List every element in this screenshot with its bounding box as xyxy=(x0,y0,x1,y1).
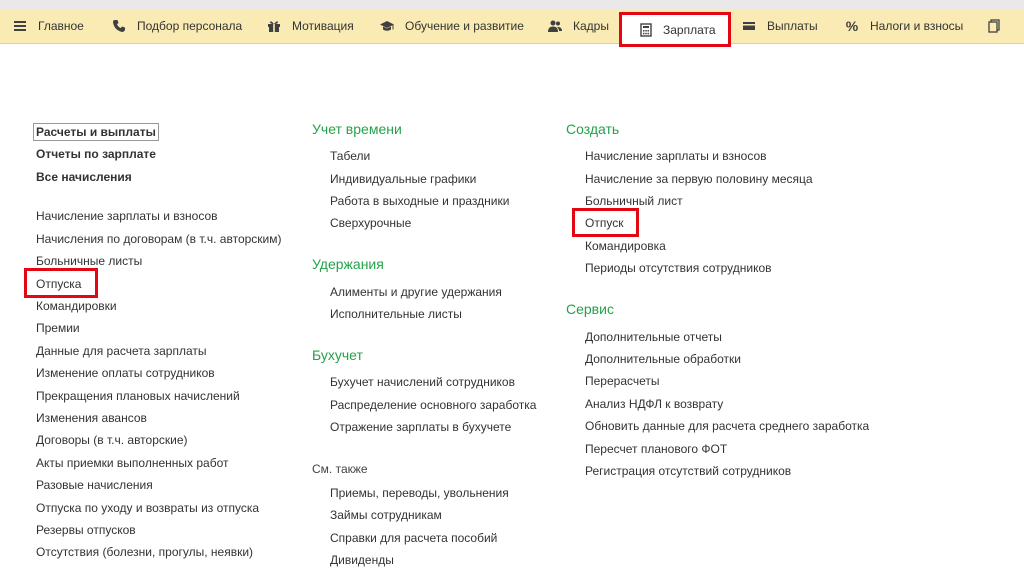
list-item[interactable]: Командировка xyxy=(585,239,666,253)
graduation-cap-icon xyxy=(379,18,395,34)
section-title-deductions: Удержания xyxy=(312,256,384,272)
list-item[interactable]: Пересчет планового ФОТ xyxy=(585,442,727,456)
nav-item-salary[interactable]: Зарплата xyxy=(619,12,731,47)
list-item[interactable]: Командировки xyxy=(36,299,117,313)
list-item[interactable]: Прекращения плановых начислений xyxy=(36,389,240,403)
nav-item-recruitment[interactable]: Подбор персонала xyxy=(111,9,242,43)
people-icon xyxy=(547,18,563,34)
section-title-create: Создать xyxy=(566,121,620,137)
list-item[interactable]: Бухучет начислений сотрудников xyxy=(330,375,515,389)
nav-item-label: Налоги и взносы xyxy=(870,19,964,33)
list-item[interactable]: Работа в выходные и праздники xyxy=(330,194,509,208)
list-item[interactable]: Дополнительные отчеты xyxy=(585,330,722,344)
section-title-time-tracking: Учет времени xyxy=(312,121,402,137)
nav-item-main[interactable]: Главное xyxy=(12,9,84,43)
list-item[interactable]: Резервы отпусков xyxy=(36,523,136,537)
list-item[interactable]: Регистрация отсутствий сотрудников xyxy=(585,464,791,478)
percent-icon: % xyxy=(845,18,859,34)
list-item[interactable]: Начисление зарплаты и взносов xyxy=(585,149,767,163)
nav-item-label: Зарплата xyxy=(663,22,716,37)
nav-item-label: Подбор персонала xyxy=(137,19,243,33)
list-item[interactable]: Отражение зарплаты в бухучете xyxy=(330,420,511,434)
list-item[interactable]: Приемы, переводы, увольнения xyxy=(330,486,509,500)
menu-icon xyxy=(12,18,28,34)
top-navigation-bar: Главное Подбор персонала Мотивация Обуче… xyxy=(0,9,1024,47)
link-salary-reports[interactable]: Отчеты по зарплате xyxy=(36,147,156,161)
link-all-accruals[interactable]: Все начисления xyxy=(36,170,132,184)
list-item[interactable]: Сверхурочные xyxy=(330,216,411,230)
nav-item-label: Кадры xyxy=(573,19,609,33)
list-item[interactable]: Периоды отсутствия сотрудников xyxy=(585,261,772,275)
list-item[interactable]: Договоры (в т.ч. авторские) xyxy=(36,433,188,447)
highlight-box-create-vacation xyxy=(572,208,639,237)
list-item[interactable]: Изменения авансов xyxy=(36,411,147,425)
list-item[interactable]: Отсутствия (болезни, прогулы, неявки) xyxy=(36,545,253,559)
nav-item-taxes[interactable]: % Налоги и взносы xyxy=(844,9,964,43)
card-icon xyxy=(741,18,757,34)
phone-icon xyxy=(111,18,127,34)
section-title-accounting: Бухучет xyxy=(312,347,363,363)
list-item[interactable]: Изменение оплаты сотрудников xyxy=(36,366,215,380)
list-item[interactable]: Данные для расчета зарплаты xyxy=(36,344,207,358)
list-item[interactable]: Разовые начисления xyxy=(36,478,153,492)
section-title-see-also: См. также xyxy=(312,462,368,476)
list-item[interactable]: Справки для расчета пособий xyxy=(330,531,497,545)
list-item[interactable]: Распределение основного заработка xyxy=(330,398,536,412)
list-item[interactable]: Акты приемки выполненных работ xyxy=(36,456,228,470)
nav-item-more[interactable] xyxy=(986,9,1012,43)
list-item[interactable]: Дополнительные обработки xyxy=(585,352,741,366)
list-item[interactable]: Начисление зарплаты и взносов xyxy=(36,209,218,223)
nav-item-label: Обучение и развитие xyxy=(405,19,524,33)
window-top-strip xyxy=(0,0,1024,9)
nav-item-personnel[interactable]: Кадры xyxy=(547,9,609,43)
documents-icon xyxy=(986,18,1002,34)
nav-item-label: Мотивация xyxy=(292,19,354,33)
list-item[interactable]: Больничные листы xyxy=(36,254,142,268)
list-item[interactable]: Премии xyxy=(36,321,80,335)
list-item[interactable]: Исполнительные листы xyxy=(330,307,462,321)
highlight-box-vacations xyxy=(24,268,98,298)
list-item[interactable]: Перерасчеты xyxy=(585,374,660,388)
list-item[interactable]: Отпуска по уходу и возвраты из отпуска xyxy=(36,501,259,515)
list-item[interactable]: Займы сотрудникам xyxy=(330,508,442,522)
list-item[interactable]: Больничный лист xyxy=(585,194,683,208)
list-item[interactable]: Начисления по договорам (в т.ч. авторски… xyxy=(36,232,282,246)
gift-icon xyxy=(266,18,282,34)
list-item[interactable]: Дивиденды xyxy=(330,553,394,567)
list-item[interactable]: Анализ НДФЛ к возврату xyxy=(585,397,723,411)
calculator-icon xyxy=(639,22,653,38)
nav-item-motivation[interactable]: Мотивация xyxy=(266,9,354,43)
nav-item-training[interactable]: Обучение и развитие xyxy=(379,9,524,43)
list-item[interactable]: Индивидуальные графики xyxy=(330,172,476,186)
list-item[interactable]: Табели xyxy=(330,149,370,163)
nav-item-label: Главное xyxy=(38,19,84,33)
link-calculations-and-payments[interactable]: Расчеты и выплаты xyxy=(33,123,159,141)
list-item[interactable]: Начисление за первую половину месяца xyxy=(585,172,813,186)
list-item[interactable]: Алименты и другие удержания xyxy=(330,285,502,299)
nav-item-label: Выплаты xyxy=(767,19,818,33)
list-item[interactable]: Обновить данные для расчета среднего зар… xyxy=(585,419,869,433)
section-title-service: Сервис xyxy=(566,301,614,317)
nav-item-payments[interactable]: Выплаты xyxy=(741,9,818,43)
